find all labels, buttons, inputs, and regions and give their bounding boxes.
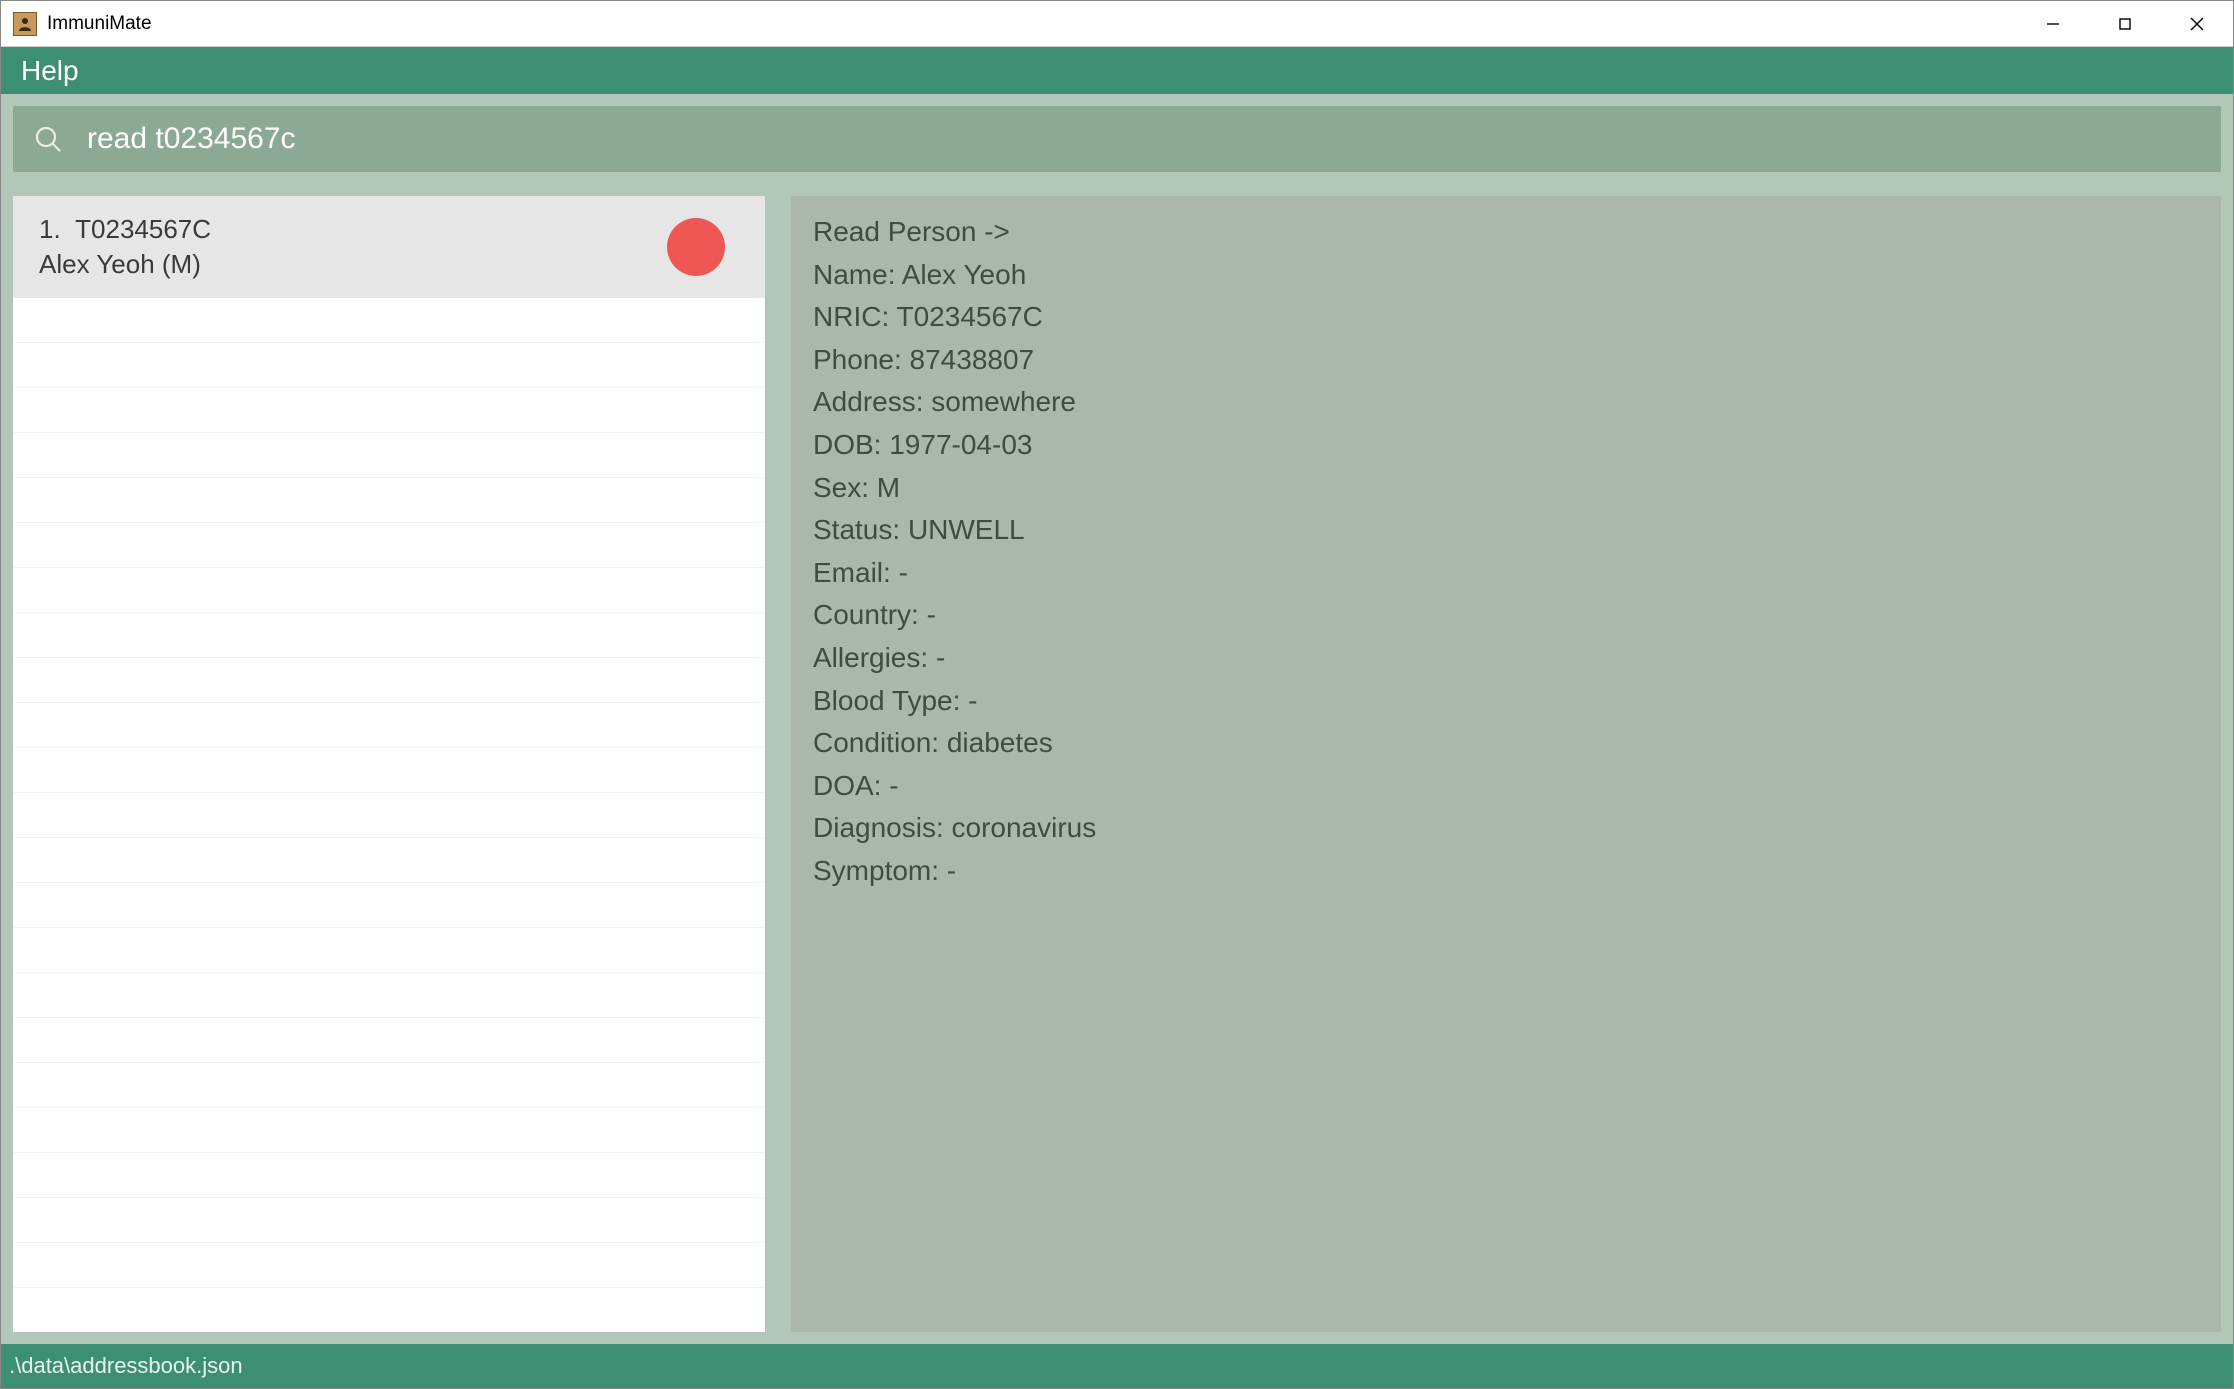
titlebar[interactable]: ImmuniMate	[1, 1, 2233, 47]
detail-line: Phone: 87438807	[813, 340, 2199, 381]
detail-line: Blood Type: -	[813, 681, 2199, 722]
maximize-icon	[2118, 17, 2132, 31]
details-panel: Read Person -> Name: Alex Yeoh NRIC: T02…	[791, 196, 2221, 1332]
detail-line: DOA: -	[813, 766, 2199, 807]
close-button[interactable]	[2161, 1, 2233, 46]
command-wrap	[1, 94, 2233, 184]
close-icon	[2189, 16, 2205, 32]
content: 1. T0234567C Alex Yeoh (M) Read Person -…	[1, 184, 2233, 1344]
detail-line: Allergies: -	[813, 638, 2199, 679]
list-item-name: Alex Yeoh (M)	[39, 249, 211, 280]
detail-line: Condition: diabetes	[813, 723, 2199, 764]
minimize-icon	[2045, 16, 2061, 32]
command-input[interactable]	[87, 122, 2201, 156]
detail-line: Status: UNWELL	[813, 510, 2199, 551]
statusbar: .\data\addressbook.json	[1, 1344, 2233, 1388]
statusbar-path: .\data\addressbook.json	[9, 1353, 243, 1379]
command-bar[interactable]	[13, 106, 2221, 172]
list-empty-area	[13, 298, 765, 1332]
app-icon	[13, 12, 37, 36]
detail-line: Address: somewhere	[813, 382, 2199, 423]
detail-line: NRIC: T0234567C	[813, 297, 2199, 338]
detail-line: Read Person ->	[813, 212, 2199, 253]
list-item[interactable]: 1. T0234567C Alex Yeoh (M)	[13, 196, 765, 298]
detail-line: Sex: M	[813, 468, 2199, 509]
list-item-header: 1. T0234567C	[39, 214, 211, 245]
list-item-texts: 1. T0234567C Alex Yeoh (M)	[39, 214, 211, 280]
detail-line: Country: -	[813, 595, 2199, 636]
titlebar-controls	[2017, 1, 2233, 46]
maximize-button[interactable]	[2089, 1, 2161, 46]
detail-line: Diagnosis: coronavirus	[813, 808, 2199, 849]
titlebar-left: ImmuniMate	[1, 12, 152, 36]
list-item-code: T0234567C	[75, 214, 211, 244]
person-list-panel: 1. T0234567C Alex Yeoh (M)	[13, 196, 765, 1332]
detail-line: Email: -	[813, 553, 2199, 594]
status-indicator-icon	[667, 218, 725, 276]
menubar: Help	[1, 47, 2233, 94]
list-item-index: 1.	[39, 214, 61, 244]
search-icon	[33, 124, 63, 154]
menu-help[interactable]: Help	[21, 55, 79, 87]
app-window: ImmuniMate Help	[0, 0, 2234, 1389]
detail-line: DOB: 1977-04-03	[813, 425, 2199, 466]
detail-line: Symptom: -	[813, 851, 2199, 892]
window-title: ImmuniMate	[47, 13, 152, 35]
minimize-button[interactable]	[2017, 1, 2089, 46]
detail-line: Name: Alex Yeoh	[813, 255, 2199, 296]
